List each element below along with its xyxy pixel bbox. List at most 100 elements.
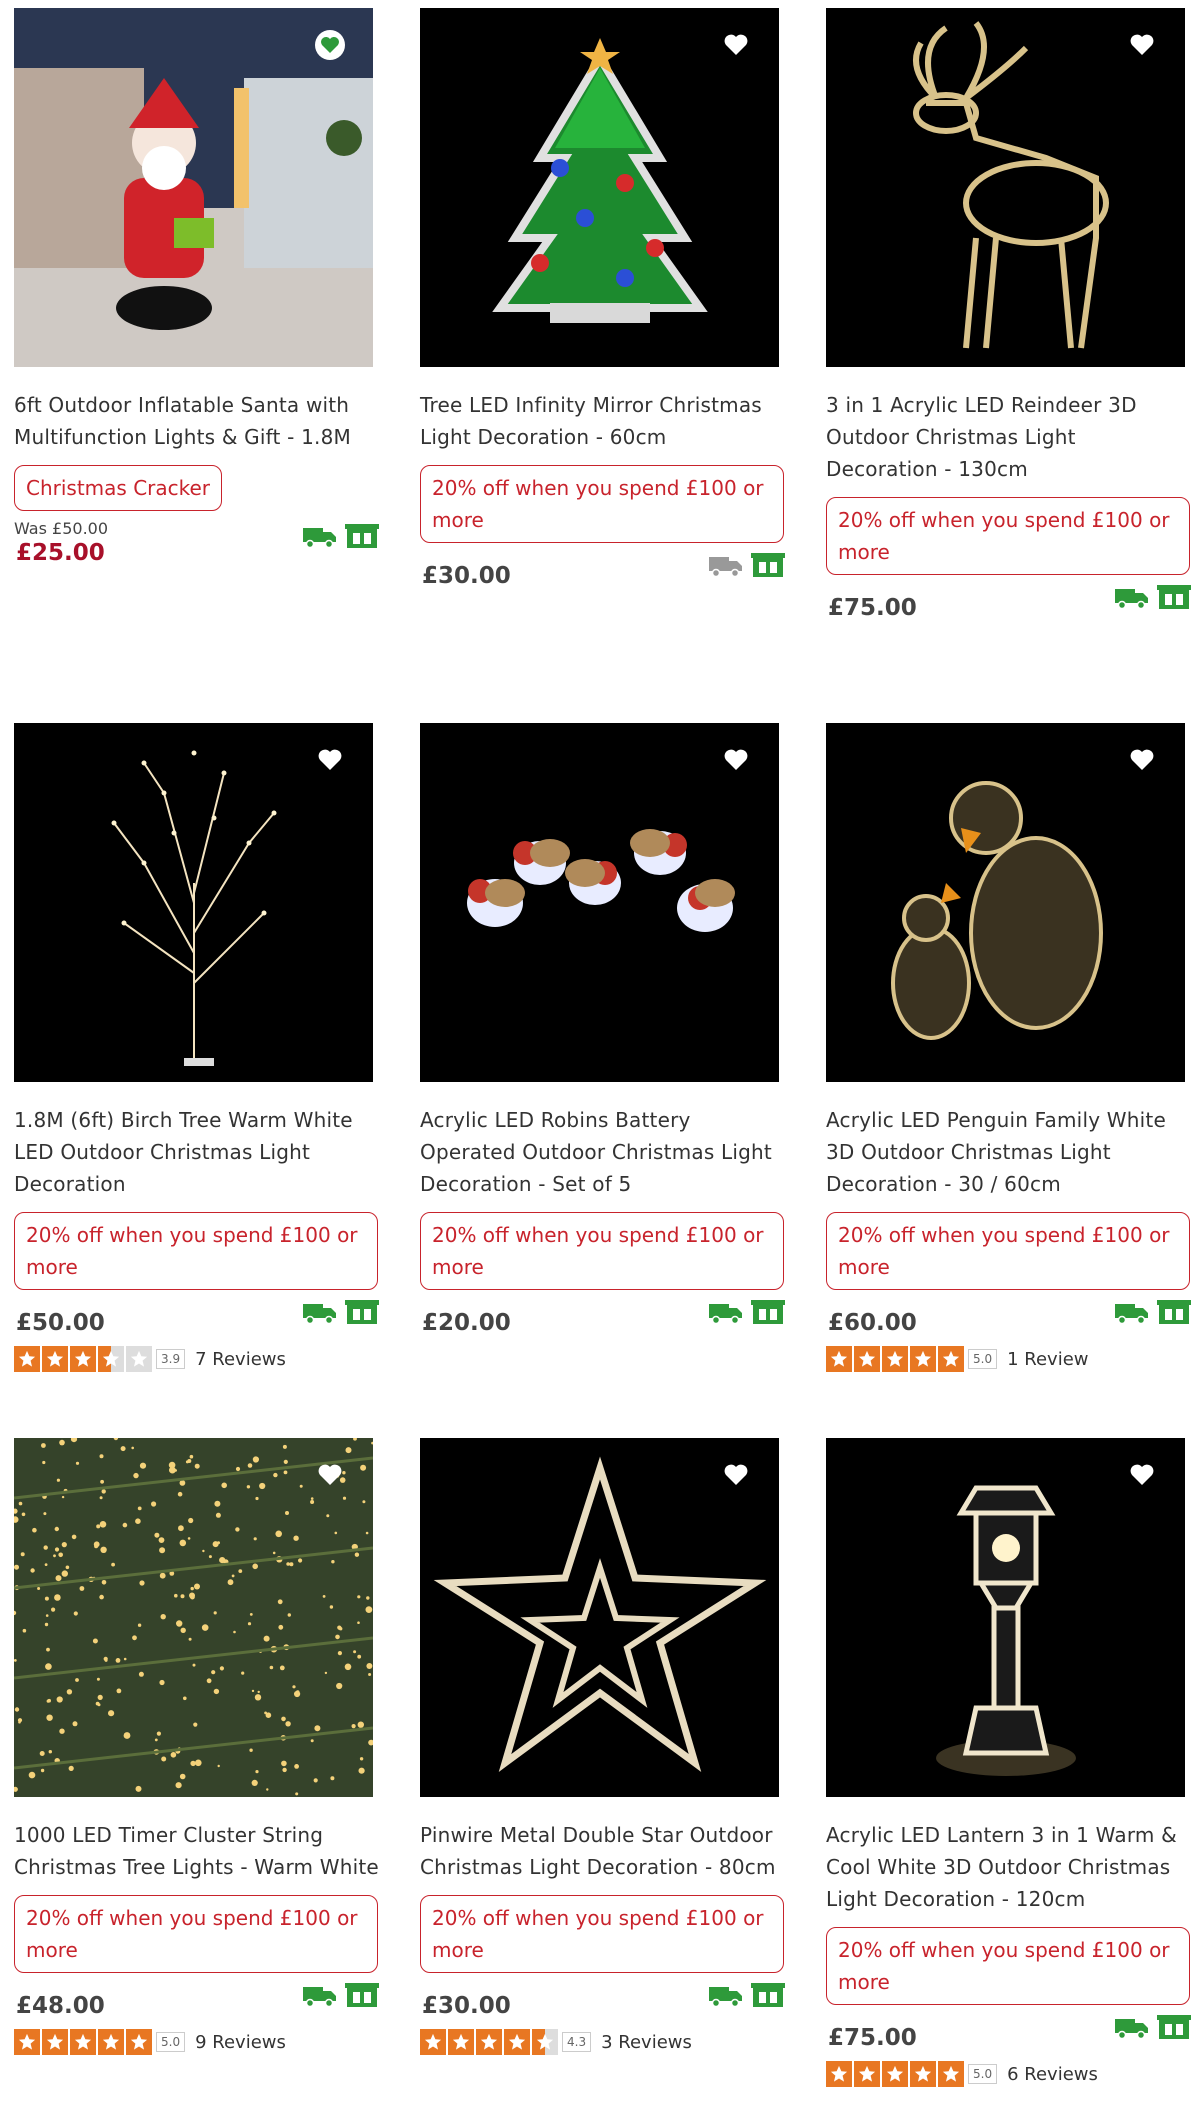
star-icon xyxy=(98,1346,124,1372)
product-title[interactable]: Acrylic LED Penguin Family White 3D Outd… xyxy=(826,1104,1191,1200)
product-card[interactable]: 6ft Outdoor Inflatable Santa with Multif… xyxy=(14,8,379,580)
rating[interactable]: 5.0 6 Reviews xyxy=(826,2059,1191,2089)
product-image[interactable] xyxy=(420,8,779,367)
promo-badge[interactable]: 20% off when you spend £100 or more xyxy=(14,1895,378,1973)
star-rating xyxy=(14,1346,152,1372)
star-icon xyxy=(42,2029,68,2055)
star-icon xyxy=(910,1346,936,1372)
rating-score: 5.0 xyxy=(156,2032,186,2052)
promo-badge[interactable]: 20% off when you spend £100 or more xyxy=(826,497,1190,575)
home-delivery-icon xyxy=(1115,589,1148,609)
reviews-link[interactable]: 1 Review xyxy=(1007,1349,1088,1370)
promo-badge[interactable]: 20% off when you spend £100 or more xyxy=(826,1212,1190,1290)
star-rating xyxy=(14,2029,152,2055)
star-icon xyxy=(420,2029,446,2055)
click-collect-store-icon xyxy=(751,1300,785,1324)
rating[interactable]: 4.3 3 Reviews xyxy=(420,2027,785,2057)
price: £30.00 xyxy=(422,1993,511,2019)
wishlist-heart-icon[interactable] xyxy=(721,745,751,775)
product-title[interactable]: Tree LED Infinity Mirror Christmas Light… xyxy=(420,389,785,453)
star-icon xyxy=(910,2061,936,2087)
promo-badge[interactable]: 20% off when you spend £100 or more xyxy=(826,1927,1190,2005)
home-delivery-icon xyxy=(709,1987,742,2007)
wishlist-heart-icon[interactable] xyxy=(1127,745,1157,775)
click-collect-store-icon xyxy=(751,553,785,577)
product-title[interactable]: Pinwire Metal Double Star Outdoor Christ… xyxy=(420,1819,785,1883)
star-rating xyxy=(420,2029,558,2055)
home-delivery-icon xyxy=(303,1987,336,2007)
product-card[interactable]: 3 in 1 Acrylic LED Reindeer 3D Outdoor C… xyxy=(826,8,1191,623)
promo-badge[interactable]: 20% off when you spend £100 or more xyxy=(14,1212,378,1290)
rating-score: 4.3 xyxy=(562,2032,592,2052)
product-title[interactable]: Acrylic LED Robins Battery Operated Outd… xyxy=(420,1104,785,1200)
product-image[interactable] xyxy=(826,8,1185,367)
reviews-link[interactable]: 3 Reviews xyxy=(601,2032,692,2053)
product-image[interactable] xyxy=(14,8,373,367)
star-rating xyxy=(826,2061,964,2087)
rating[interactable]: 5.0 1 Review xyxy=(826,1344,1191,1374)
product-card[interactable]: Tree LED Infinity Mirror Christmas Light… xyxy=(420,8,785,591)
product-title[interactable]: 1000 LED Timer Cluster String Christmas … xyxy=(14,1819,379,1883)
product-image[interactable] xyxy=(420,1438,779,1797)
promo-badge[interactable]: 20% off when you spend £100 or more xyxy=(420,1212,784,1290)
star-icon xyxy=(126,1346,152,1372)
product-title[interactable]: 1.8M (6ft) Birch Tree Warm White LED Out… xyxy=(14,1104,379,1200)
price: £50.00 xyxy=(16,1310,105,1336)
star-icon xyxy=(476,2029,502,2055)
click-collect-store-icon xyxy=(345,1300,379,1324)
wishlist-heart-icon[interactable] xyxy=(315,1460,345,1490)
reviews-link[interactable]: 7 Reviews xyxy=(195,1349,286,1370)
click-collect-store-icon xyxy=(1157,2015,1191,2039)
star-rating xyxy=(826,1346,964,1372)
wishlist-heart-icon[interactable] xyxy=(315,30,345,60)
home-delivery-icon xyxy=(1115,2019,1148,2039)
reviews-link[interactable]: 6 Reviews xyxy=(1007,2064,1098,2085)
star-icon xyxy=(98,2029,124,2055)
star-icon xyxy=(70,1346,96,1372)
product-image[interactable] xyxy=(826,1438,1185,1797)
promo-badge[interactable]: 20% off when you spend £100 or more xyxy=(420,465,784,543)
product-card[interactable]: 1.8M (6ft) Birch Tree Warm White LED Out… xyxy=(14,723,379,1374)
wishlist-heart-icon[interactable] xyxy=(1127,1460,1157,1490)
product-image[interactable] xyxy=(420,723,779,1082)
product-image[interactable] xyxy=(14,1438,373,1797)
click-collect-store-icon xyxy=(1157,585,1191,609)
star-icon xyxy=(70,2029,96,2055)
product-card[interactable]: Acrylic LED Robins Battery Operated Outd… xyxy=(420,723,785,1338)
home-delivery-icon xyxy=(1115,1304,1148,1324)
promo-badge[interactable]: Christmas Cracker xyxy=(14,465,223,511)
home-delivery-unavailable-icon xyxy=(709,557,742,577)
product-title[interactable]: 3 in 1 Acrylic LED Reindeer 3D Outdoor C… xyxy=(826,389,1191,485)
rating-score: 5.0 xyxy=(968,1349,998,1369)
price: £75.00 xyxy=(828,2025,917,2051)
star-icon xyxy=(448,2029,474,2055)
click-collect-store-icon xyxy=(1157,1300,1191,1324)
product-card[interactable]: Acrylic LED Penguin Family White 3D Outd… xyxy=(826,723,1191,1374)
home-delivery-icon xyxy=(303,528,336,548)
star-icon xyxy=(938,2061,964,2087)
wishlist-heart-icon[interactable] xyxy=(315,745,345,775)
click-collect-store-icon xyxy=(345,1983,379,2007)
product-image[interactable] xyxy=(14,723,373,1082)
product-image[interactable] xyxy=(826,723,1185,1082)
product-card[interactable]: Acrylic LED Lantern 3 in 1 Warm & Cool W… xyxy=(826,1438,1191,2089)
wishlist-heart-icon[interactable] xyxy=(1127,30,1157,60)
star-icon xyxy=(938,1346,964,1372)
home-delivery-icon xyxy=(709,1304,742,1324)
product-card[interactable]: 1000 LED Timer Cluster String Christmas … xyxy=(14,1438,379,2057)
click-collect-store-icon xyxy=(751,1983,785,2007)
wishlist-heart-icon[interactable] xyxy=(721,30,751,60)
price: £60.00 xyxy=(828,1310,917,1336)
star-icon xyxy=(854,1346,880,1372)
product-title[interactable]: Acrylic LED Lantern 3 in 1 Warm & Cool W… xyxy=(826,1819,1191,1915)
rating[interactable]: 3.9 7 Reviews xyxy=(14,1344,379,1374)
product-title[interactable]: 6ft Outdoor Inflatable Santa with Multif… xyxy=(14,389,379,453)
wishlist-heart-icon[interactable] xyxy=(721,1460,751,1490)
product-card[interactable]: Pinwire Metal Double Star Outdoor Christ… xyxy=(420,1438,785,2057)
reviews-link[interactable]: 9 Reviews xyxy=(195,2032,286,2053)
star-icon xyxy=(14,1346,40,1372)
rating[interactable]: 5.0 9 Reviews xyxy=(14,2027,379,2057)
price: £48.00 xyxy=(16,1993,105,2019)
promo-badge[interactable]: 20% off when you spend £100 or more xyxy=(420,1895,784,1973)
star-icon xyxy=(126,2029,152,2055)
